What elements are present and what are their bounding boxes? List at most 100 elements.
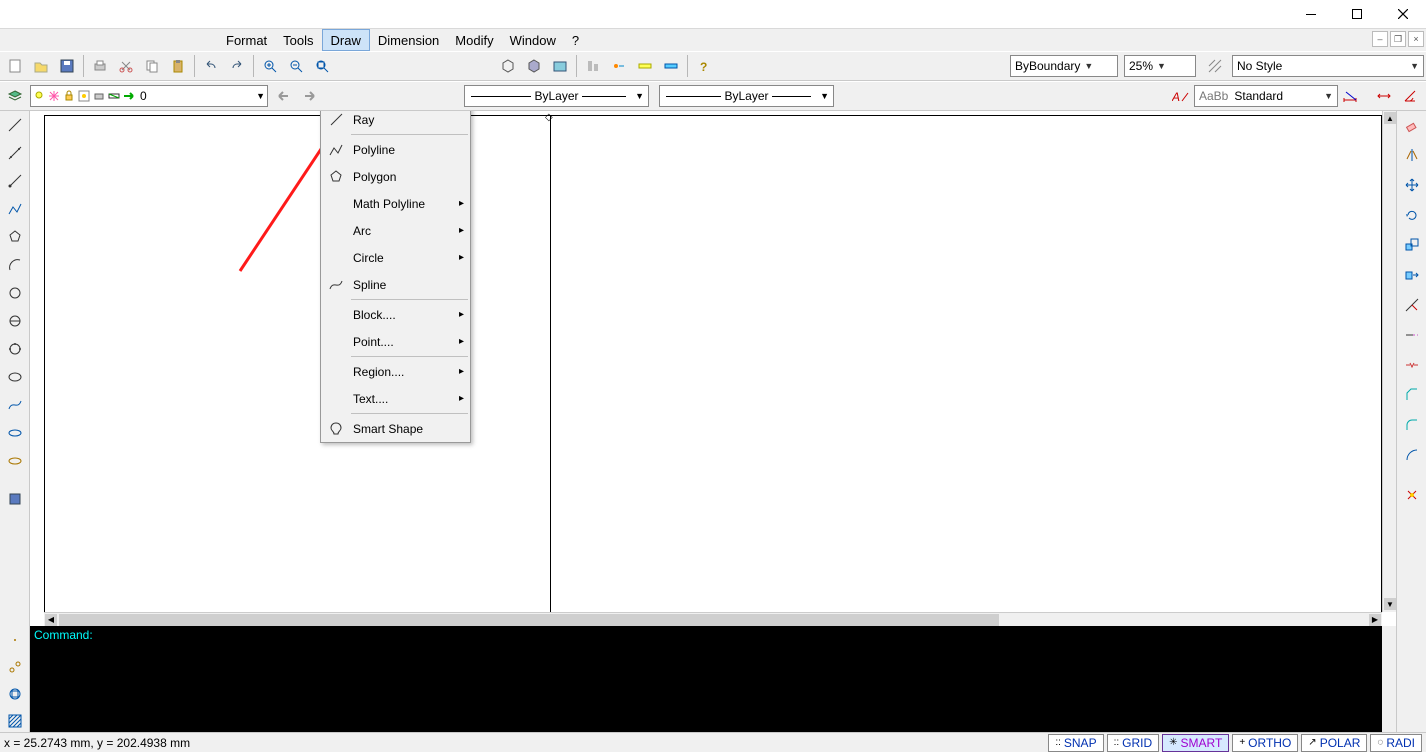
menu-window[interactable]: Window xyxy=(502,29,564,51)
draw-menu-item-math-polyline[interactable]: Math Polyline xyxy=(321,190,470,217)
hatch-button[interactable] xyxy=(1203,54,1227,78)
render-button[interactable] xyxy=(496,54,520,78)
point-style-tool[interactable] xyxy=(3,628,27,651)
rotate-tool[interactable] xyxy=(1400,203,1424,227)
explode-tool[interactable] xyxy=(1400,483,1424,507)
zoom-in-button[interactable] xyxy=(258,54,282,78)
draw-menu-item-circle[interactable]: Circle xyxy=(321,244,470,271)
paste-button[interactable] xyxy=(166,54,190,78)
cut-button[interactable] xyxy=(114,54,138,78)
align-button[interactable] xyxy=(581,54,605,78)
window-close-button[interactable] xyxy=(1380,0,1426,29)
circle-3p-tool[interactable] xyxy=(3,337,27,361)
menu-tools[interactable]: Tools xyxy=(275,29,321,51)
new-button[interactable] xyxy=(3,54,27,78)
extend-tool[interactable] xyxy=(1400,323,1424,347)
status-toggle-smart[interactable]: ✳SMART xyxy=(1162,734,1229,752)
mirror-tool[interactable] xyxy=(1400,143,1424,167)
draw-menu-item-polyline[interactable]: Polyline xyxy=(321,136,470,163)
status-toggle-snap[interactable]: ::SNAP xyxy=(1048,734,1103,752)
zoom-extents-button[interactable] xyxy=(310,54,334,78)
zoom-percent-dropdown[interactable]: 25% ▼ xyxy=(1124,55,1196,77)
region-tool[interactable] xyxy=(3,682,27,705)
draw-menu-item-spline[interactable]: Spline xyxy=(321,271,470,298)
line-tool[interactable] xyxy=(3,113,27,137)
open-button[interactable] xyxy=(29,54,53,78)
layers-manager-button[interactable] xyxy=(3,84,27,108)
redo-button[interactable] xyxy=(225,54,249,78)
fillet-tool[interactable] xyxy=(1400,413,1424,437)
window-minimize-button[interactable] xyxy=(1288,0,1334,29)
mdi-restore-button[interactable]: ❐ xyxy=(1390,31,1406,47)
status-toggle-ortho[interactable]: +ORTHO xyxy=(1232,734,1298,752)
boundary-dropdown[interactable]: ByBoundary ▼ xyxy=(1010,55,1118,77)
dim-linear-button[interactable] xyxy=(1373,84,1397,108)
mdi-minimize-button[interactable]: – xyxy=(1372,31,1388,47)
measure-1-button[interactable] xyxy=(633,54,657,78)
horizontal-scrollbar[interactable]: ◀ ▶ xyxy=(44,612,1382,626)
window-maximize-button[interactable] xyxy=(1334,0,1380,29)
command-scrollbar[interactable] xyxy=(1382,626,1396,732)
measure-2-button[interactable] xyxy=(659,54,683,78)
copy-button[interactable] xyxy=(140,54,164,78)
move-tool[interactable] xyxy=(1400,173,1424,197)
donut-tool[interactable] xyxy=(3,449,27,473)
draw-menu-item-point[interactable]: Point.... xyxy=(321,328,470,355)
menu-dimension[interactable]: Dimension xyxy=(370,29,447,51)
scale-tool[interactable] xyxy=(1400,233,1424,257)
print-button[interactable] xyxy=(88,54,112,78)
help-button[interactable]: ? xyxy=(692,54,716,78)
text-style-button[interactable]: A xyxy=(1169,84,1193,108)
layer-next-button[interactable] xyxy=(299,84,323,108)
dim-style-button[interactable] xyxy=(1339,84,1363,108)
shade-button[interactable] xyxy=(522,54,546,78)
menu-help[interactable]: ? xyxy=(564,29,587,51)
status-toggle-polar[interactable]: ↗POLAR xyxy=(1301,734,1367,752)
drawing-canvas[interactable]: ◇ xyxy=(44,115,1382,622)
hatch-draw-tool[interactable] xyxy=(3,709,27,732)
circle-2p-tool[interactable] xyxy=(3,309,27,333)
layer-prev-button[interactable] xyxy=(273,84,297,108)
layer-combo[interactable]: 0 ▼ xyxy=(30,85,268,107)
dim-angular-button[interactable] xyxy=(1399,84,1423,108)
draw-menu-item-block[interactable]: Block.... xyxy=(321,301,470,328)
polygon-tool[interactable] xyxy=(3,225,27,249)
linetype-combo[interactable]: ByLayer ▼ xyxy=(464,85,649,107)
ray-tool[interactable] xyxy=(3,169,27,193)
trim-tool[interactable] xyxy=(1400,293,1424,317)
command-line[interactable]: Command: xyxy=(30,626,1396,732)
ellipse-arc-tool[interactable] xyxy=(3,421,27,445)
arc-tool[interactable] xyxy=(3,253,27,277)
erase-tool[interactable] xyxy=(1400,113,1424,137)
osnap-tool[interactable] xyxy=(3,655,27,678)
stretch-tool[interactable] xyxy=(1400,263,1424,287)
view-button[interactable] xyxy=(548,54,572,78)
draw-menu-item-polygon[interactable]: Polygon xyxy=(321,163,470,190)
array-tool[interactable] xyxy=(1400,443,1424,467)
draw-menu-item-region[interactable]: Region.... xyxy=(321,358,470,385)
menu-draw[interactable]: Draw xyxy=(322,29,370,51)
lineweight-combo[interactable]: ByLayer ▼ xyxy=(659,85,834,107)
polyline-tool[interactable] xyxy=(3,197,27,221)
chamfer-tool[interactable] xyxy=(1400,383,1424,407)
vertical-scrollbar[interactable]: ▲ ▼ xyxy=(1382,111,1396,612)
draw-menu-item-text[interactable]: Text.... xyxy=(321,385,470,412)
menu-modify[interactable]: Modify xyxy=(447,29,501,51)
mdi-close-button[interactable]: × xyxy=(1408,31,1424,47)
snap-options-button[interactable] xyxy=(607,54,631,78)
undo-button[interactable] xyxy=(199,54,223,78)
status-toggle-radi[interactable]: ◌RADI xyxy=(1370,734,1422,752)
status-toggle-grid[interactable]: ::GRID xyxy=(1107,734,1160,752)
block-tool[interactable] xyxy=(3,487,27,511)
text-style-combo[interactable]: AaBb Standard ▼ xyxy=(1194,85,1338,107)
zoom-out-button[interactable] xyxy=(284,54,308,78)
draw-menu-item-arc[interactable]: Arc xyxy=(321,217,470,244)
draw-menu-item-ray[interactable]: Ray xyxy=(321,111,470,133)
draw-menu-item-smart-shape[interactable]: Smart Shape xyxy=(321,415,470,442)
ellipse-tool[interactable] xyxy=(3,365,27,389)
save-button[interactable] xyxy=(55,54,79,78)
spline-tool[interactable] xyxy=(3,393,27,417)
xline-tool[interactable] xyxy=(3,141,27,165)
menu-format[interactable]: Format xyxy=(218,29,275,51)
style-dropdown[interactable]: No Style ▼ xyxy=(1232,55,1424,77)
